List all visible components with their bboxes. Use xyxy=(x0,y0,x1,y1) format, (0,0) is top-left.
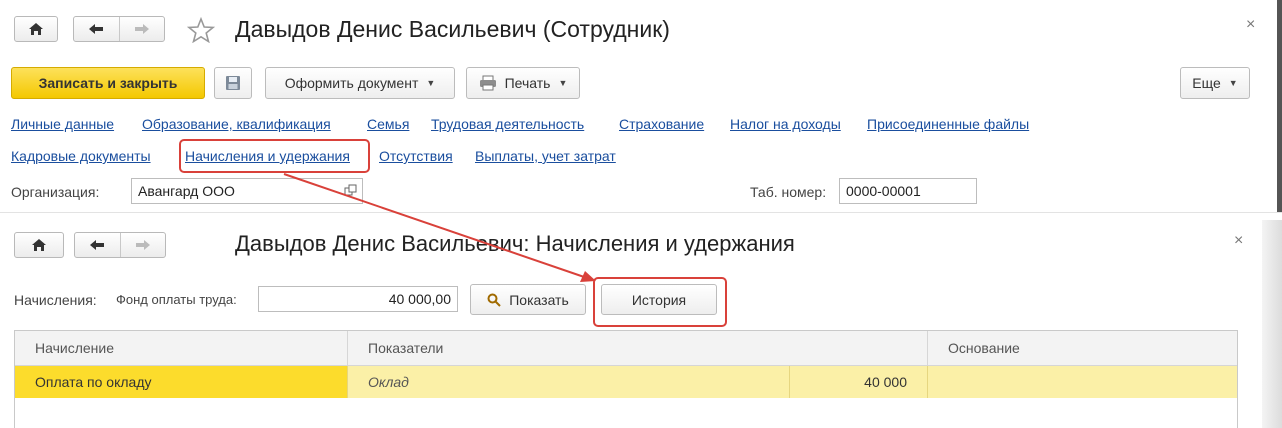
annotation-arrow xyxy=(283,173,596,282)
